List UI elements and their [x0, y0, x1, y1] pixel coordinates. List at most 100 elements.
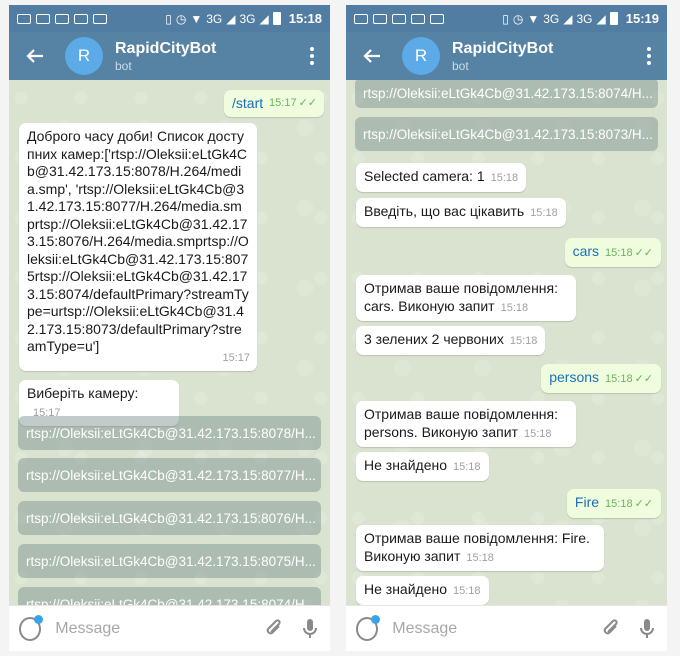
message-time: 15:17 [269, 97, 297, 109]
message-time: 15:18 [490, 172, 519, 184]
microphone-icon [639, 618, 654, 638]
back-button[interactable] [354, 38, 390, 74]
chat-info[interactable]: RapidCityBot bot [115, 40, 302, 73]
gallery-icon [430, 13, 444, 24]
smiley-icon[interactable] [356, 614, 381, 641]
message-text: Не знайдено [364, 581, 448, 597]
gallery-icon [55, 13, 69, 24]
mail-icon [411, 13, 425, 24]
message-text: Отримав ваше повідомлення: cars. Виконую… [364, 280, 559, 314]
mail-icon [36, 13, 50, 24]
message-text: Введіть, що вас цікавить [364, 203, 525, 219]
message-list: /start 15:17 ✓✓ Доброго часу доби! Список… [9, 80, 330, 605]
chat-title: RapidCityBot [115, 39, 217, 57]
paperclip-icon [603, 618, 618, 634]
chat-title: RapidCityBot [452, 39, 554, 57]
network-type: 3G [543, 11, 560, 26]
message-bubble-incoming[interactable]: Не знайдено 15:18 [356, 576, 489, 605]
bot-keyboard-button[interactable]: rtsp://Oleksii:eLtGk4Cb@31.42.173.15:807… [355, 80, 658, 108]
signal-icon: ◢ [596, 11, 606, 26]
message-bubble-incoming[interactable]: Доброго часу доби! Список доступних каме… [19, 123, 257, 371]
paperclip-icon [266, 618, 281, 634]
message-time: 15:18 [466, 551, 494, 564]
message-text: Виберіть камеру: [27, 385, 139, 401]
signal-icon: ◢ [226, 11, 236, 26]
message-text: persons [549, 369, 600, 385]
notification-icon [354, 13, 368, 24]
network-type: 3G [576, 11, 593, 26]
bot-keyboard-button[interactable]: rtsp://Oleksii:eLtGk4Cb@31.42.173.15:807… [355, 117, 658, 151]
message-bubble-outgoing[interactable]: persons 15:18 ✓✓ [541, 364, 661, 393]
battery-icon [609, 12, 618, 25]
message-text: Не знайдено [364, 457, 448, 473]
message-time: 15:18 [453, 585, 481, 597]
bot-keyboard-button[interactable]: rtsp://Oleksii:eLtGk4Cb@31.42.173.15:807… [18, 544, 321, 578]
chat-subtitle: bot [452, 58, 469, 73]
message-bubble-incoming[interactable]: Отримав ваше повідомлення: Fire. Виконую… [356, 525, 604, 571]
arrow-left-icon [26, 49, 43, 63]
kebab-menu-icon[interactable] [302, 38, 322, 74]
attach-button[interactable] [599, 616, 623, 642]
wifi-icon: ▼ [527, 11, 540, 26]
bot-keyboard-button[interactable]: rtsp://Oleksii:eLtGk4Cb@31.42.173.15:807… [18, 587, 321, 605]
message-input[interactable] [392, 619, 600, 638]
message-bubble-outgoing[interactable]: /start 15:17 ✓✓ [224, 90, 324, 117]
message-bubble-outgoing[interactable]: cars 15:18 ✓✓ [564, 238, 661, 267]
read-ticks-icon: ✓✓ [298, 97, 317, 109]
message-text: Fire [574, 494, 600, 510]
chat-header: R RapidCityBot bot [9, 32, 330, 80]
message-text: Selected camera: 1 [364, 168, 485, 184]
network-type: 3G [239, 11, 256, 26]
microphone-icon [302, 618, 317, 638]
message-time: 15:18 [530, 207, 558, 219]
alarm-icon: ◷ [175, 11, 187, 26]
message-bubble-incoming[interactable]: Отримав ваше повідомлення: persons. Вико… [356, 401, 576, 447]
mic-button[interactable] [300, 616, 320, 642]
message-text: cars [572, 243, 600, 259]
message-bubble-incoming[interactable]: Selected camera: 1 15:18 [356, 163, 527, 192]
avatar[interactable]: R [65, 37, 103, 75]
message-time: 15:17 [222, 351, 250, 364]
attach-button[interactable] [262, 616, 286, 642]
status-bar: ▯ ◷ ▼ 3G ◢ 3G ◢ 15:19 [346, 5, 667, 32]
message-text: /start [232, 95, 264, 111]
message-bubble-incoming[interactable]: 3 зелених 2 червоних 15:18 [356, 326, 546, 355]
bot-keyboard-button[interactable]: rtsp://Oleksii:eLtGk4Cb@31.42.173.15:807… [18, 416, 321, 450]
wifi-icon: ▼ [190, 11, 203, 26]
bot-keyboard-button[interactable]: rtsp://Oleksii:eLtGk4Cb@31.42.173.15:807… [18, 501, 321, 535]
signal-icon: ◢ [563, 11, 573, 26]
vibrate-icon: ▯ [502, 11, 509, 26]
bot-keyboard-button[interactable]: rtsp://Oleksii:eLtGk4Cb@31.42.173.15:807… [18, 458, 321, 492]
network-type: 3G [206, 11, 223, 26]
message-list: rtsp://Oleksii:eLtGk4Cb@31.42.173.15:807… [346, 80, 667, 605]
vibrate-icon: ▯ [165, 11, 172, 26]
message-time: 15:18 [500, 301, 529, 314]
kebab-menu-icon[interactable] [639, 38, 659, 74]
chat-subtitle: bot [115, 58, 132, 73]
smiley-icon[interactable] [19, 614, 44, 641]
read-ticks-icon: ✓✓ [634, 498, 653, 510]
back-button[interactable] [17, 38, 53, 74]
mail-icon [373, 13, 387, 24]
mic-button[interactable] [637, 616, 657, 642]
message-bubble-outgoing[interactable]: Fire 15:18 ✓✓ [566, 489, 661, 518]
read-ticks-icon: ✓✓ [634, 373, 653, 385]
message-bubble-incoming[interactable]: Отримав ваше повідомлення: cars. Виконую… [356, 275, 576, 321]
battery-icon [272, 12, 281, 25]
mail-icon [74, 13, 88, 24]
message-text: Доброго часу доби! Список доступних каме… [27, 128, 249, 354]
message-text: 3 зелених 2 червоних [364, 331, 504, 347]
message-bubble-incoming[interactable]: Не знайдено 15:18 [356, 452, 489, 481]
avatar[interactable]: R [402, 37, 440, 75]
message-time: 15:18 [453, 461, 481, 473]
gallery-icon [392, 13, 406, 24]
alarm-icon: ◷ [512, 11, 524, 26]
chat-info[interactable]: RapidCityBot bot [452, 40, 639, 73]
status-time: 15:18 [288, 11, 322, 26]
phone-screen-right: ▯ ◷ ▼ 3G ◢ 3G ◢ 15:19 R RapidCityBot bot… [346, 5, 667, 651]
message-bubble-incoming[interactable]: Введіть, що вас цікавить 15:18 [356, 198, 566, 227]
gallery-icon [93, 13, 107, 24]
message-input[interactable] [55, 619, 263, 638]
message-time: 15:18 [523, 427, 552, 440]
signal-icon: ◢ [259, 11, 269, 26]
